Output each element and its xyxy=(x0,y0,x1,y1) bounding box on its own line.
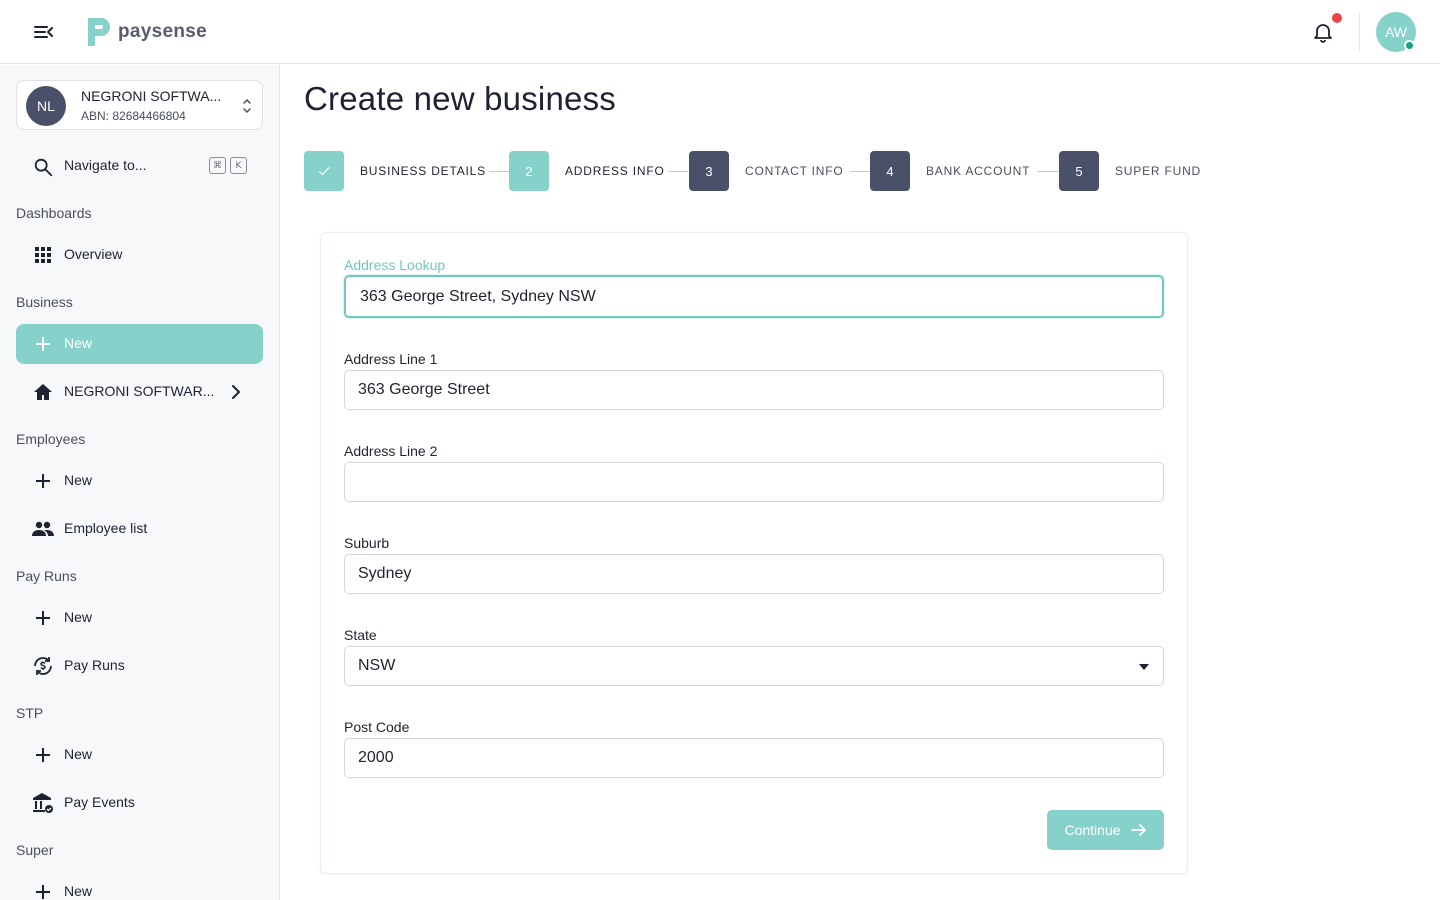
org-abn: ABN: 82684466804 xyxy=(81,109,186,123)
top-bar: paysense AW xyxy=(0,0,1440,64)
org-avatar: NL xyxy=(26,86,66,126)
bank-check-icon xyxy=(32,792,54,814)
chevron-right-icon xyxy=(232,385,240,399)
plus-icon xyxy=(32,881,54,900)
grid-icon xyxy=(32,244,54,266)
section-stp: STP xyxy=(16,705,44,721)
state-select[interactable]: NSW xyxy=(344,646,1164,686)
state-select-value: NSW xyxy=(358,657,396,674)
progress-stepper: BUSINESS DETAILS 2 ADDRESS INFO 3 CONTAC… xyxy=(304,151,1224,191)
notification-bell-icon[interactable] xyxy=(1311,20,1335,44)
people-icon xyxy=(32,518,54,540)
address-line2-input[interactable] xyxy=(344,462,1164,502)
sidebar-item-label: NEGRONI SOFTWAR... xyxy=(64,383,215,399)
sidebar-item-label: Pay Events xyxy=(64,794,135,810)
sidebar-item-label: Pay Runs xyxy=(64,657,125,673)
section-dashboards: Dashboards xyxy=(16,205,92,221)
step-4-label: BANK ACCOUNT xyxy=(926,164,1031,178)
address-lookup-input[interactable]: 363 George Street, Sydney NSW xyxy=(344,275,1164,318)
state-label: State xyxy=(344,627,377,643)
sidebar-item-payruns-new[interactable]: New xyxy=(16,598,263,638)
step-connector xyxy=(1038,171,1058,172)
step-3-box[interactable]: 3 xyxy=(689,151,729,191)
address-line1-input[interactable]: 363 George Street xyxy=(344,370,1164,410)
sidebar-item-stp-new[interactable]: New xyxy=(16,735,263,775)
step-3-label: CONTACT INFO xyxy=(745,164,844,178)
sidebar-item-label: New xyxy=(64,335,93,351)
sidebar-item-label: New xyxy=(64,883,93,899)
plus-icon xyxy=(32,333,54,355)
address-line1-label: Address Line 1 xyxy=(344,351,438,367)
suburb-input[interactable]: Sydney xyxy=(344,554,1164,594)
sidebar-item-employees-new[interactable]: New xyxy=(16,461,263,501)
org-switcher[interactable]: NL NEGRONI SOFTWA... ABN: 82684466804 xyxy=(16,80,263,130)
plus-icon xyxy=(32,744,54,766)
step-5-label: SUPER FUND xyxy=(1115,164,1202,178)
section-super: Super xyxy=(16,842,54,858)
plus-icon xyxy=(32,470,54,492)
currency-exchange-icon xyxy=(32,655,54,677)
home-icon xyxy=(32,381,54,403)
navigate-search[interactable]: Navigate to... ⌘ K xyxy=(16,150,263,182)
plus-icon xyxy=(32,607,54,629)
notification-dot xyxy=(1332,13,1342,23)
continue-button-label: Continue xyxy=(1064,822,1121,838)
step-5-box[interactable]: 5 xyxy=(1059,151,1099,191)
step-connector xyxy=(489,171,509,172)
check-icon xyxy=(318,167,330,176)
address-line2-label: Address Line 2 xyxy=(344,443,438,459)
section-business: Business xyxy=(16,294,73,310)
navigate-label: Navigate to... xyxy=(64,157,147,173)
chevron-updown-icon xyxy=(243,98,251,114)
cmd-key-icon: ⌘ xyxy=(209,157,226,174)
search-icon xyxy=(34,158,53,177)
section-pay-runs: Pay Runs xyxy=(16,568,77,584)
step-4-box[interactable]: 4 xyxy=(870,151,910,191)
sidebar-item-super-new[interactable]: New xyxy=(16,872,263,900)
sidebar-item-pay-events[interactable]: Pay Events xyxy=(16,783,263,823)
arrow-right-icon xyxy=(1130,824,1146,836)
step-1-label: BUSINESS DETAILS xyxy=(360,164,486,178)
sidebar-item-business-new[interactable]: New xyxy=(16,324,263,364)
sidebar-item-label: New xyxy=(64,609,93,625)
postcode-label: Post Code xyxy=(344,719,410,735)
step-2-label: ADDRESS INFO xyxy=(565,164,665,178)
logo-mark-icon xyxy=(88,18,110,46)
sidebar-item-label: New xyxy=(64,472,93,488)
online-status-badge xyxy=(1404,40,1415,51)
section-employees: Employees xyxy=(16,431,86,447)
sidebar: NL NEGRONI SOFTWA... ABN: 82684466804 Na… xyxy=(0,65,280,900)
sidebar-item-pay-runs[interactable]: Pay Runs xyxy=(16,646,263,686)
step-connector xyxy=(668,171,688,172)
collapse-menu-icon[interactable] xyxy=(32,20,56,44)
suburb-label: Suburb xyxy=(344,535,390,551)
sidebar-item-employee-list[interactable]: Employee list xyxy=(16,509,263,549)
continue-button[interactable]: Continue xyxy=(1047,810,1164,850)
sidebar-item-business-org[interactable]: NEGRONI SOFTWAR... xyxy=(16,372,263,412)
brand-logo[interactable]: paysense xyxy=(86,16,207,48)
dropdown-arrow-icon xyxy=(1139,664,1149,670)
step-connector xyxy=(850,171,870,172)
postcode-input[interactable]: 2000 xyxy=(344,738,1164,778)
step-2-box[interactable]: 2 xyxy=(509,151,549,191)
brand-name: paysense xyxy=(118,21,208,42)
address-lookup-label: Address Lookup xyxy=(344,257,446,273)
page-title: Create new business xyxy=(304,80,616,117)
sidebar-item-overview[interactable]: Overview xyxy=(16,235,263,275)
sidebar-item-label: Employee list xyxy=(64,520,148,536)
org-name: NEGRONI SOFTWA... xyxy=(81,88,222,104)
divider xyxy=(1359,12,1360,52)
step-1-box[interactable] xyxy=(304,151,344,191)
sidebar-item-label: Overview xyxy=(64,246,123,262)
k-key: K xyxy=(230,157,247,174)
sidebar-item-label: New xyxy=(64,746,93,762)
